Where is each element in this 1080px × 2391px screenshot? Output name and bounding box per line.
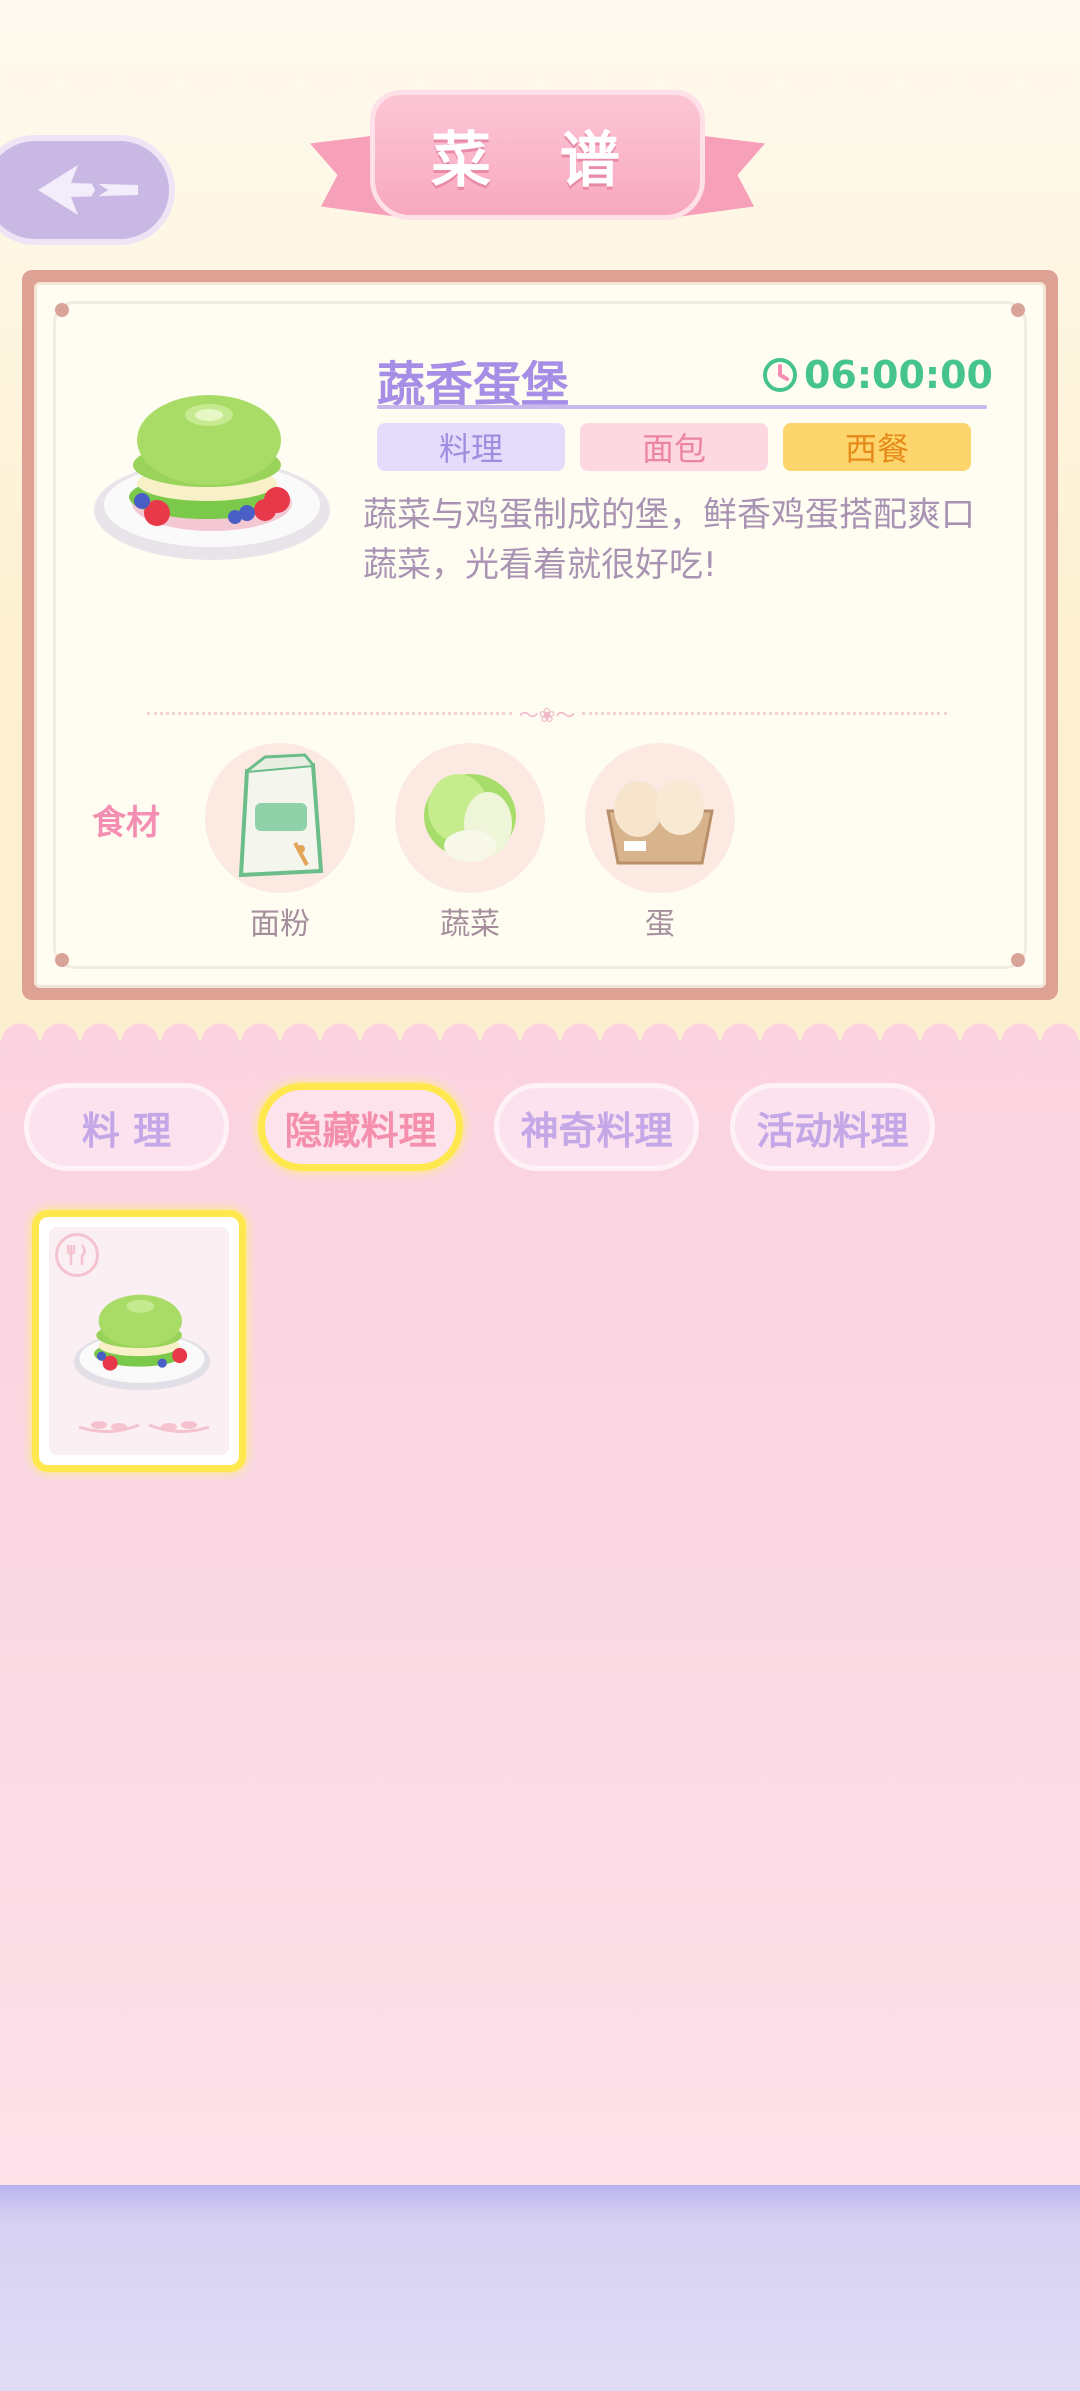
corner-dot — [1011, 953, 1025, 967]
tab-hidden-cooking[interactable]: 隐藏料理 — [258, 1083, 463, 1171]
tab-event-cooking[interactable]: 活动料理 — [730, 1083, 935, 1171]
cutlery-badge-icon — [55, 1233, 99, 1277]
recipe-description: 蔬菜与鸡蛋制成的堡，鲜香鸡蛋搭配爽口蔬菜，光看着就很好吃! — [363, 495, 975, 585]
banner-ribbon: 菜 谱 — [370, 90, 705, 220]
ingredient-item[interactable]: 蔬菜 — [395, 743, 545, 943]
ingredient-name: 蛋 — [645, 907, 675, 942]
section-divider: 〜❀〜 — [147, 703, 947, 727]
tab-cooking[interactable]: 料 理 — [24, 1083, 229, 1171]
recipe-slot-inner — [49, 1227, 229, 1455]
recipe-detail-inner: 蔬香蛋堡 06:00:00 料理 面包 西餐 蔬菜与鸡蛋制成的堡，鲜香鸡蛋搭配爽… — [34, 282, 1046, 988]
ingredient-icon-circle — [205, 743, 355, 893]
corner-dot — [1011, 303, 1025, 317]
egg-carton-icon — [606, 779, 714, 865]
cabbage-icon — [424, 774, 516, 862]
recipe-detail-card: 蔬香蛋堡 06:00:00 料理 面包 西餐 蔬菜与鸡蛋制成的堡，鲜香鸡蛋搭配爽… — [22, 270, 1058, 1000]
corner-dot — [55, 953, 69, 967]
tag-western: 西餐 — [783, 423, 971, 471]
tag-cooking: 料理 — [377, 423, 565, 471]
cook-time: 06:00:00 — [803, 353, 993, 397]
flour-bag-icon — [238, 753, 324, 878]
clock-icon — [762, 358, 797, 392]
page-title: 菜 谱 — [431, 125, 644, 196]
ingredient-name: 面粉 — [250, 907, 310, 942]
ingredient-item[interactable]: 蛋 — [585, 743, 735, 943]
cook-timer: 06:00:00 — [762, 353, 993, 397]
corner-dot — [55, 303, 69, 317]
name-underline — [377, 405, 987, 409]
ingredient-item[interactable]: 面粉 — [205, 743, 355, 943]
ingredients-label: 食材 — [92, 803, 160, 843]
bottom-bar — [0, 2185, 1080, 2391]
ingredient-name: 蔬菜 — [440, 907, 500, 942]
tag-bread: 面包 — [580, 423, 768, 471]
back-button[interactable] — [0, 135, 175, 245]
ingredient-icon-circle — [585, 743, 735, 893]
ingredient-icon-circle — [395, 743, 545, 893]
scallop-border — [0, 1022, 1080, 1058]
title-banner: 菜 谱 — [310, 90, 765, 240]
bow-icon: 〜❀〜 — [518, 702, 576, 727]
recipe-slot-selected[interactable] — [32, 1210, 246, 1472]
tab-magic-cooking[interactable]: 神奇料理 — [494, 1083, 699, 1171]
veggie-egg-burger-image — [94, 395, 330, 560]
laurel-icon — [78, 1421, 210, 1433]
back-arrow-icon — [37, 165, 138, 215]
veggie-egg-burger-thumbnail — [73, 1294, 211, 1391]
